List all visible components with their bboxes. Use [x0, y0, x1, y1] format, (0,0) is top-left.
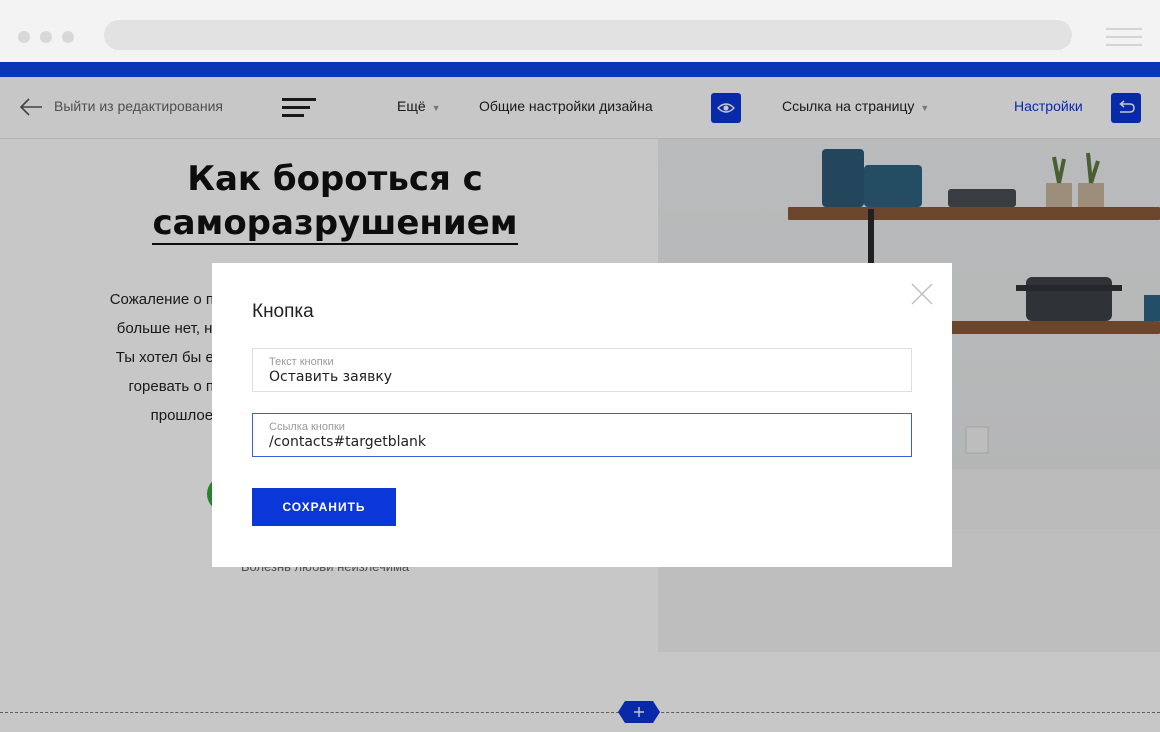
window-dot-maximize[interactable] [62, 31, 74, 43]
close-icon[interactable] [910, 282, 934, 306]
button-link-label: Ссылка кнопки [269, 421, 345, 433]
button-text-field[interactable]: Текст кнопки [252, 348, 912, 392]
address-bar[interactable] [104, 20, 1072, 50]
brand-strip [0, 62, 1160, 77]
button-text-label: Текст кнопки [269, 356, 334, 368]
modal-title: Кнопка [252, 301, 314, 322]
button-settings-modal: Кнопка Текст кнопки Ссылка кнопки СОХРАН… [212, 263, 952, 567]
save-button[interactable]: СОХРАНИТЬ [252, 488, 396, 526]
browser-chrome [0, 0, 1160, 62]
button-link-input[interactable] [269, 433, 895, 451]
browser-menu-icon[interactable] [1106, 28, 1142, 46]
button-text-input[interactable] [269, 368, 895, 386]
button-link-field[interactable]: Ссылка кнопки [252, 413, 912, 457]
window-dot-minimize[interactable] [40, 31, 52, 43]
window-dot-close[interactable] [18, 31, 30, 43]
